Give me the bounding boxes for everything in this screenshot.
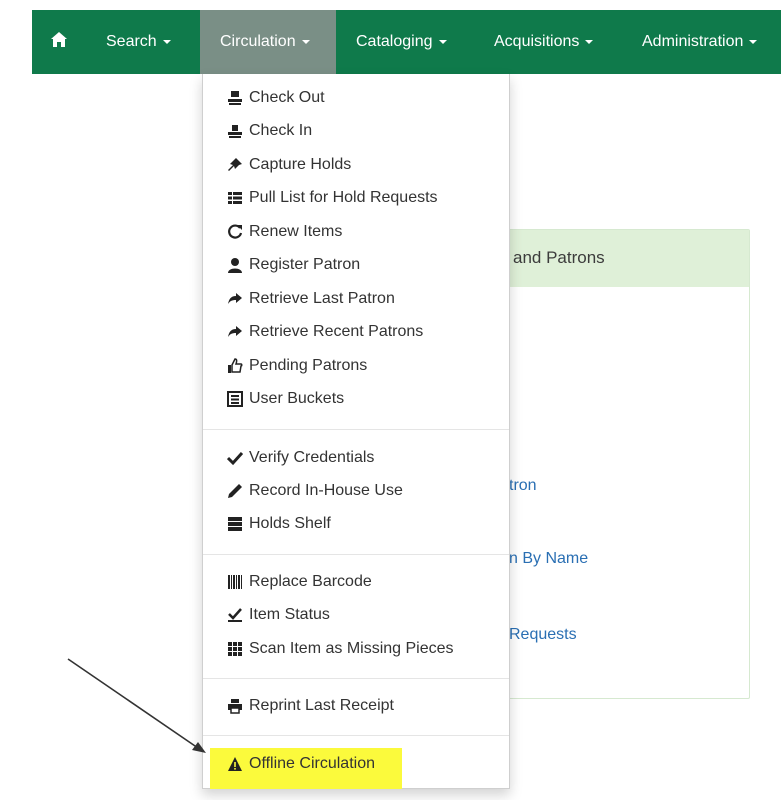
check-in-icon xyxy=(225,122,245,140)
nav-search-label: Search xyxy=(106,33,157,50)
nav-acquisitions-label: Acquisitions xyxy=(494,33,580,50)
menu-item-label: Verify Credentials xyxy=(249,449,375,466)
menu-item-verify-credentials[interactable]: Verify Credentials xyxy=(225,446,374,470)
nav-home[interactable] xyxy=(44,10,74,74)
panel-link-patron[interactable]: tron xyxy=(509,477,537,495)
menu-item-label: Record In-House Use xyxy=(249,482,403,499)
menu-item-label: Scan Item as Missing Pieces xyxy=(249,640,454,657)
menu-item-label: Pull List for Hold Requests xyxy=(249,189,438,206)
chevron-down-icon xyxy=(438,40,447,44)
menu-item-label: Retrieve Recent Patrons xyxy=(249,323,424,340)
menu-item-label: Retrieve Last Patron xyxy=(249,290,395,307)
menu-item-label: Check Out xyxy=(249,89,325,106)
menu-divider xyxy=(203,554,509,555)
nav-cataloging-label: Cataloging xyxy=(356,33,433,50)
menu-item-pending-patrons[interactable]: Pending Patrons xyxy=(225,354,367,378)
nav-cataloging[interactable]: Cataloging xyxy=(356,10,447,74)
menu-item-user-buckets[interactable]: User Buckets xyxy=(225,387,344,411)
chevron-down-icon xyxy=(585,40,594,44)
thumbs-up-icon xyxy=(225,357,245,375)
menu-item-label: Capture Holds xyxy=(249,156,352,173)
nav-acquisitions[interactable]: Acquisitions xyxy=(494,10,594,74)
menu-item-label: Reprint Last Receipt xyxy=(249,697,394,714)
chevron-down-icon xyxy=(301,40,310,44)
menu-item-record-in-house-use[interactable]: Record In-House Use xyxy=(225,479,403,503)
pencil-icon xyxy=(225,482,245,500)
share-arrow-icon xyxy=(225,290,245,308)
list-icon xyxy=(225,189,245,207)
menu-item-label: Check In xyxy=(249,122,313,139)
menu-item-reprint-last-receipt[interactable]: Reprint Last Receipt xyxy=(225,694,394,718)
menu-item-scan-missing-pieces[interactable]: Scan Item as Missing Pieces xyxy=(225,637,454,661)
menu-item-offline-circulation[interactable]: Offline Circulation xyxy=(225,752,375,776)
menu-divider xyxy=(203,678,509,679)
menu-item-capture-holds[interactable]: Capture Holds xyxy=(225,153,351,177)
menu-item-retrieve-recent-patrons[interactable]: Retrieve Recent Patrons xyxy=(225,320,423,344)
menu-item-holds-shelf[interactable]: Holds Shelf xyxy=(225,512,331,536)
grid-icon xyxy=(225,640,245,658)
nav-circulation[interactable]: Circulation xyxy=(200,10,336,74)
barcode-icon xyxy=(225,573,245,591)
checkmark-icon xyxy=(225,449,245,467)
circulation-dropdown-menu: Check Out Check In Capture Holds Pull Li… xyxy=(202,74,510,789)
share-arrow-icon xyxy=(225,323,245,341)
menu-item-item-status[interactable]: Item Status xyxy=(225,603,330,627)
menu-item-renew-items[interactable]: Renew Items xyxy=(225,220,342,244)
panel-heading-text: and Patrons xyxy=(513,248,605,267)
nav-administration-label: Administration xyxy=(642,33,744,50)
nav-circulation-label: Circulation xyxy=(220,33,296,50)
saved-icon xyxy=(225,606,245,624)
nav-search[interactable]: Search xyxy=(106,10,171,74)
print-icon xyxy=(225,697,245,715)
menu-divider xyxy=(203,429,509,430)
warning-icon xyxy=(225,755,245,773)
menu-item-label: Pending Patrons xyxy=(249,357,368,374)
menu-item-label: User Buckets xyxy=(249,390,345,407)
check-out-icon xyxy=(225,89,245,107)
list-alt-icon xyxy=(225,390,245,408)
menu-item-pull-list[interactable]: Pull List for Hold Requests xyxy=(225,186,438,210)
home-icon xyxy=(51,32,67,52)
nav-administration[interactable]: Administration xyxy=(642,10,758,74)
menu-item-label: Item Status xyxy=(249,606,330,623)
refresh-icon xyxy=(225,223,245,241)
menu-item-replace-barcode[interactable]: Replace Barcode xyxy=(225,570,372,594)
user-icon xyxy=(225,256,245,274)
menu-item-label: Holds Shelf xyxy=(249,515,331,532)
panel-link-requests[interactable]: Requests xyxy=(509,626,577,644)
chevron-down-icon xyxy=(749,40,758,44)
menu-item-label: Renew Items xyxy=(249,223,343,240)
menu-item-retrieve-last-patron[interactable]: Retrieve Last Patron xyxy=(225,287,395,311)
menu-item-label: Offline Circulation xyxy=(249,755,375,772)
menu-divider xyxy=(203,735,509,736)
menu-item-register-patron[interactable]: Register Patron xyxy=(225,253,360,277)
pushpin-icon xyxy=(225,156,245,174)
menu-item-check-in[interactable]: Check In xyxy=(225,119,312,143)
menu-item-label: Register Patron xyxy=(249,256,361,273)
top-navbar: Search Circulation Cataloging Acquisitio… xyxy=(32,10,781,74)
panel-link-patron-by-name[interactable]: n By Name xyxy=(509,550,588,568)
menu-item-check-out[interactable]: Check Out xyxy=(225,86,325,110)
chevron-down-icon xyxy=(162,40,171,44)
menu-item-label: Replace Barcode xyxy=(249,573,372,590)
tasks-icon xyxy=(225,515,245,533)
